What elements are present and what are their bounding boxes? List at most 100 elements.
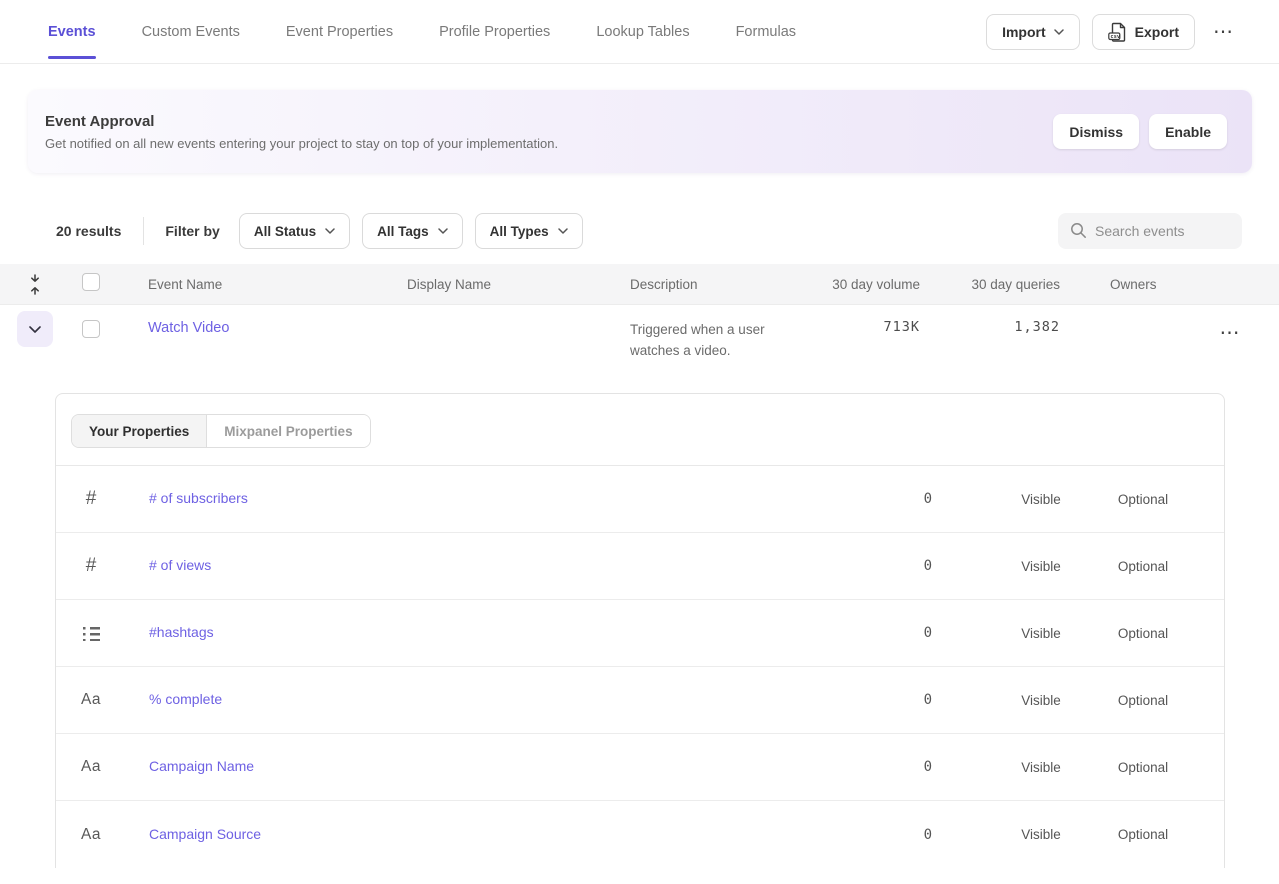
types-filter-dropdown[interactable]: All Types — [475, 213, 583, 249]
property-requirement: Optional — [1092, 827, 1194, 842]
property-requirement: Optional — [1092, 760, 1194, 775]
property-row: # of views 0 Visible Optional — [56, 533, 1224, 600]
property-requirement: Optional — [1092, 626, 1194, 641]
list-icon — [83, 626, 100, 641]
tab-event-properties[interactable]: Event Properties — [286, 0, 393, 63]
lexicon-events-page: Events Custom Events Event Properties Pr… — [0, 0, 1279, 884]
status-filter-label: All Status — [254, 224, 316, 239]
event-queries: 1,382 — [920, 319, 1060, 335]
tab-events[interactable]: Events — [48, 0, 96, 63]
tab-your-properties[interactable]: Your Properties — [72, 415, 207, 447]
export-button[interactable]: csv Export — [1092, 14, 1195, 50]
property-visibility: Visible — [990, 492, 1092, 507]
row-select-cell — [70, 319, 130, 343]
chevron-down-icon — [29, 326, 41, 333]
row-actions: ⋯ — [1180, 319, 1279, 347]
filter-bar: 20 results Filter by All Status All Tags… — [56, 213, 1259, 249]
nav-actions: Import csv Export ⋯ — [986, 14, 1239, 50]
import-button-label: Import — [1002, 24, 1046, 40]
export-button-label: Export — [1135, 24, 1179, 40]
property-visibility: Visible — [990, 693, 1092, 708]
banner-actions: Dismiss Enable — [1053, 114, 1227, 149]
tab-mixpanel-properties[interactable]: Mixpanel Properties — [207, 415, 369, 447]
property-count: 0 — [870, 491, 990, 507]
property-name-link[interactable]: Campaign Name — [126, 758, 254, 774]
event-approval-banner: Event Approval Get notified on all new e… — [28, 90, 1252, 173]
nav-tabs: Events Custom Events Event Properties Pr… — [48, 0, 796, 63]
banner-description: Get notified on all new events entering … — [45, 136, 558, 151]
results-count: 20 results — [56, 223, 121, 239]
collapse-row-button[interactable] — [17, 311, 53, 347]
divider — [143, 217, 144, 245]
tab-custom-events-label: Custom Events — [142, 24, 240, 40]
text-icon — [81, 826, 101, 844]
property-visibility: Visible — [990, 760, 1092, 775]
enable-button[interactable]: Enable — [1149, 114, 1227, 149]
more-options-button[interactable]: ⋯ — [1207, 18, 1239, 46]
row-more-options-icon: ⋯ — [1220, 322, 1240, 344]
search-events — [1058, 213, 1242, 249]
property-count: 0 — [870, 759, 990, 775]
text-icon — [81, 758, 101, 776]
property-row: Campaign Name 0 Visible Optional — [56, 734, 1224, 801]
property-name-link[interactable]: # of views — [126, 557, 211, 573]
tags-filter-dropdown[interactable]: All Tags — [362, 213, 463, 249]
property-requirement: Optional — [1092, 492, 1194, 507]
column-header-display-name: Display Name — [389, 277, 612, 292]
column-header-event-name: Event Name — [130, 277, 389, 292]
search-icon — [1070, 222, 1087, 239]
property-name-link[interactable]: #hashtags — [126, 624, 214, 640]
dismiss-button[interactable]: Dismiss — [1053, 114, 1139, 149]
property-visibility: Visible — [990, 559, 1092, 574]
property-requirement: Optional — [1092, 559, 1194, 574]
properties-segmented-control: Your Properties Mixpanel Properties — [71, 414, 371, 448]
row-more-options-button[interactable]: ⋯ — [1214, 319, 1246, 347]
types-filter-label: All Types — [490, 224, 549, 239]
tab-custom-events[interactable]: Custom Events — [142, 0, 240, 63]
filter-by-label: Filter by — [165, 223, 219, 239]
property-name-link[interactable]: # of subscribers — [126, 490, 248, 506]
property-name-link[interactable]: % complete — [126, 691, 222, 707]
property-visibility: Visible — [990, 827, 1092, 842]
tab-profile-properties[interactable]: Profile Properties — [439, 0, 550, 63]
property-count: 0 — [870, 558, 990, 574]
tab-events-label: Events — [48, 24, 96, 40]
property-type-cell — [56, 691, 126, 709]
banner-title: Event Approval — [45, 113, 558, 130]
event-volume: 713K — [802, 319, 920, 335]
event-name-link[interactable]: Watch Video — [130, 320, 229, 336]
row-checkbox[interactable] — [82, 320, 100, 338]
column-header-volume: 30 day volume — [802, 277, 920, 292]
property-row: Campaign Source 0 Visible Optional — [56, 801, 1224, 868]
property-row: #hashtags 0 Visible Optional — [56, 600, 1224, 667]
event-row-watch-video: Watch Video Triggered when a user watche… — [0, 305, 1279, 379]
hash-icon — [86, 488, 97, 510]
property-row: % complete 0 Visible Optional — [56, 667, 1224, 734]
tab-formulas[interactable]: Formulas — [736, 0, 796, 63]
property-type-cell — [56, 826, 126, 844]
column-header-owners: Owners — [1060, 277, 1180, 292]
property-visibility: Visible — [990, 626, 1092, 641]
property-type-cell — [56, 488, 126, 510]
svg-text:csv: csv — [1110, 34, 1120, 40]
select-all-cell — [70, 273, 130, 296]
property-type-cell — [56, 758, 126, 776]
chevron-down-icon — [325, 228, 335, 234]
csv-file-icon: csv — [1108, 22, 1127, 42]
property-row: # of subscribers 0 Visible Optional — [56, 466, 1224, 533]
select-all-checkbox[interactable] — [82, 273, 100, 291]
text-icon — [81, 691, 101, 709]
chevron-down-icon — [558, 228, 568, 234]
expander-cell — [0, 319, 70, 347]
tab-profile-properties-label: Profile Properties — [439, 24, 550, 40]
status-filter-dropdown[interactable]: All Status — [239, 213, 350, 249]
events-table-header: Event Name Display Name Description 30 d… — [0, 264, 1279, 305]
tab-lookup-tables[interactable]: Lookup Tables — [596, 0, 689, 63]
property-name-link[interactable]: Campaign Source — [126, 826, 261, 842]
chevron-down-icon — [438, 228, 448, 234]
event-properties-panel: Your Properties Mixpanel Properties # of… — [55, 393, 1225, 868]
tab-event-properties-label: Event Properties — [286, 24, 393, 40]
import-button[interactable]: Import — [986, 14, 1080, 50]
properties-tabbar: Your Properties Mixpanel Properties — [56, 394, 1224, 466]
collapse-all-icon[interactable] — [0, 274, 70, 295]
